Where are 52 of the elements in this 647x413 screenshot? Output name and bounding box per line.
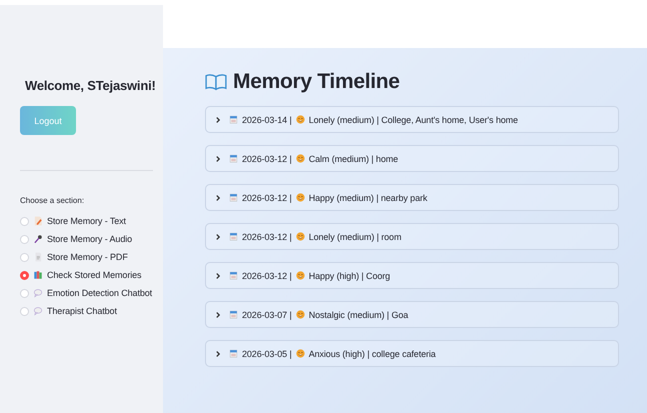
calendar-icon <box>229 232 238 241</box>
calendar-icon <box>229 154 238 163</box>
entry-summary: Happy (high) | Coorg <box>308 270 390 280</box>
document-icon <box>33 252 43 262</box>
smiley-icon <box>296 115 305 124</box>
option-label[interactable]: Store Memory - Audio <box>47 234 132 244</box>
timeline-entry[interactable]: 2026-03-12 | Happy (high) | Coorg <box>205 262 619 289</box>
welcome-heading: Welcome, STejaswini! <box>25 78 156 93</box>
timeline-entry[interactable]: 2026-03-12 | Happy (medium) | nearby park <box>205 184 619 211</box>
smiley-icon <box>296 349 305 358</box>
calendar-icon <box>229 193 238 202</box>
entry-date: 2026-03-12 | <box>242 192 292 202</box>
radio-button[interactable] <box>20 270 29 280</box>
calendar-icon <box>229 271 238 280</box>
section-label: Choose a section: <box>20 196 86 205</box>
calendar-icon <box>229 349 238 358</box>
page-icon <box>33 216 43 226</box>
entry-summary: Anxious (high) | college cafeteria <box>308 348 436 358</box>
entry-summary: Nostalgic (medium) | Goa <box>308 310 408 320</box>
option-label[interactable]: Emotion Detection Chatbot <box>47 288 152 298</box>
page-title: Memory Timeline <box>233 70 400 94</box>
entry-date: 2026-03-14 | <box>242 114 292 124</box>
entry-summary: Happy (medium) | nearby park <box>308 192 428 202</box>
smiley-icon <box>296 154 305 163</box>
timeline-entry[interactable]: 2026-03-12 | Calm (medium) | home <box>205 145 619 172</box>
entry-date: 2026-03-07 | <box>242 310 292 320</box>
smiley-icon <box>296 232 305 241</box>
calendar-icon <box>229 115 238 124</box>
entry-date: 2026-03-12 | <box>242 154 292 164</box>
entry-summary: Lonely (medium) | College, Aunt's home, User's home <box>308 114 518 124</box>
smiley-icon <box>296 193 305 202</box>
speech-bubble-icon <box>33 288 43 298</box>
entry-summary: Calm (medium) | home <box>308 154 398 164</box>
option-label[interactable]: Therapist Chatbot <box>47 306 117 316</box>
timeline-entry[interactable]: 2026-03-05 | Anxious (high) | college cafeteria <box>205 340 619 367</box>
entry-date: 2026-03-12 | <box>242 270 292 280</box>
books-icon <box>33 270 43 280</box>
book-icon <box>205 73 227 91</box>
calendar-icon <box>229 310 238 319</box>
option-label[interactable]: Store Memory - Text <box>47 216 126 226</box>
entry-date: 2026-03-12 | <box>242 232 292 242</box>
timeline-entry[interactable]: 2026-03-12 | Lonely (medium) | room <box>205 223 619 250</box>
timeline-entry[interactable]: 2026-03-14 | Lonely (medium) | College, Aunt's home, User's home <box>205 106 619 133</box>
microphone-icon <box>33 234 43 244</box>
option-label[interactable]: Store Memory - PDF <box>47 252 128 262</box>
smiley-icon <box>296 310 305 319</box>
speech-bubble-icon <box>33 306 43 316</box>
option-label[interactable]: Check Stored Memories <box>47 270 142 280</box>
timeline-entry[interactable]: 2026-03-07 | Nostalgic (medium) | Goa <box>205 301 619 328</box>
entry-summary: Lonely (medium) | room <box>308 232 402 242</box>
smiley-icon <box>296 271 305 280</box>
entry-date: 2026-03-05 | <box>242 348 292 358</box>
